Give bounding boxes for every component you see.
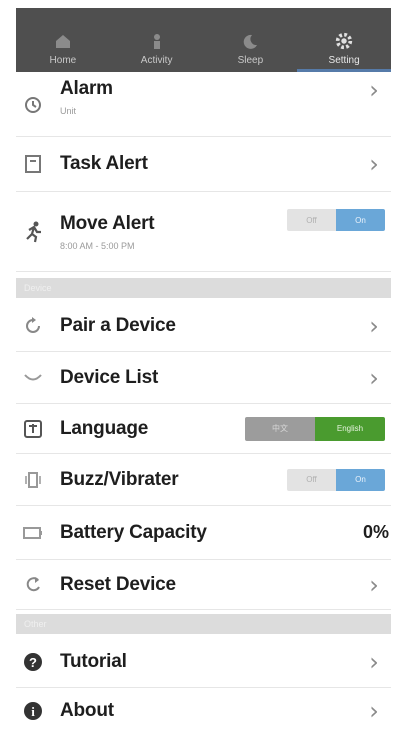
buzz-toggle[interactable]: Off On xyxy=(287,468,385,491)
tab-activity[interactable]: Activity xyxy=(110,8,204,72)
move-alert-label: Move Alert xyxy=(60,212,155,234)
tab-setting-label: Setting xyxy=(328,55,360,66)
pair-device-row[interactable]: Pair a Device › xyxy=(16,300,391,352)
tab-bar: Home Activity Sleep Setting xyxy=(16,8,391,72)
language-switch[interactable]: 中文 English xyxy=(245,416,385,441)
language-label: Language xyxy=(60,417,149,439)
activity-icon xyxy=(147,33,167,49)
section-header-other: Other xyxy=(16,614,391,634)
reset-icon xyxy=(20,572,46,598)
language-row: Language 中文 English xyxy=(16,404,391,454)
buzz-toggle-off[interactable]: Off xyxy=(287,468,336,491)
move-alert-time: 8:00 AM - 5:00 PM xyxy=(60,240,135,251)
tab-activity-label: Activity xyxy=(140,55,173,66)
vibrate-icon xyxy=(20,467,46,493)
chevron-right-icon: › xyxy=(369,311,379,340)
chevron-right-icon: › xyxy=(369,696,379,725)
battery-label: Battery Capacity xyxy=(60,521,207,543)
alarm-label: Alarm xyxy=(60,78,113,99)
move-alert-row: Move Alert 8:00 AM - 5:00 PM Off On xyxy=(16,192,391,272)
move-alert-toggle-off[interactable]: Off xyxy=(287,209,336,231)
chevron-right-icon: › xyxy=(369,363,379,392)
battery-row: Battery Capacity 0% xyxy=(16,506,391,560)
reset-device-row[interactable]: Reset Device › xyxy=(16,560,391,610)
running-icon xyxy=(20,219,46,245)
battery-value: 0% xyxy=(362,522,389,542)
tutorial-row[interactable]: ? Tutorial › xyxy=(16,636,391,688)
band-icon xyxy=(20,365,46,391)
refresh-icon xyxy=(20,313,46,339)
battery-icon xyxy=(20,520,46,546)
buzz-label: Buzz/Vibrater xyxy=(60,468,179,490)
tab-sleep-label: Sleep xyxy=(237,55,264,66)
section-header-device: Device xyxy=(16,278,391,298)
sleep-icon xyxy=(240,33,260,49)
svg-text:i: i xyxy=(31,704,35,719)
language-icon xyxy=(20,416,46,442)
home-icon xyxy=(53,33,73,49)
reset-device-label: Reset Device xyxy=(60,573,176,595)
about-label: About xyxy=(60,699,114,721)
question-icon: ? xyxy=(20,649,46,675)
buzz-row: Buzz/Vibrater Off On xyxy=(16,454,391,506)
tab-setting[interactable]: Setting xyxy=(297,8,391,72)
task-alert-row[interactable]: Task Alert › xyxy=(16,137,391,192)
alarm-row[interactable]: Alarm Unit › xyxy=(16,72,391,137)
language-option-chinese[interactable]: 中文 xyxy=(245,416,315,441)
chevron-right-icon: › xyxy=(369,570,379,599)
alarm-subtext: Unit xyxy=(60,106,77,116)
language-option-english[interactable]: English xyxy=(315,416,385,441)
chevron-right-icon: › xyxy=(369,76,379,104)
task-alert-label: Task Alert xyxy=(60,153,148,174)
move-alert-toggle[interactable]: Off On xyxy=(287,209,385,231)
tutorial-label: Tutorial xyxy=(60,650,127,672)
tab-home[interactable]: Home xyxy=(16,8,110,72)
pair-device-label: Pair a Device xyxy=(60,314,176,336)
device-list-row[interactable]: Device List › xyxy=(16,352,391,404)
buzz-toggle-on[interactable]: On xyxy=(336,468,385,491)
move-alert-toggle-on[interactable]: On xyxy=(336,209,385,231)
gear-icon xyxy=(334,32,354,50)
tab-sleep[interactable]: Sleep xyxy=(204,8,298,72)
chevron-right-icon: › xyxy=(369,150,379,178)
info-icon: i xyxy=(20,698,46,724)
about-row[interactable]: i About › xyxy=(16,688,391,733)
tab-home-label: Home xyxy=(49,55,77,66)
svg-text:?: ? xyxy=(29,655,37,670)
device-list-label: Device List xyxy=(60,366,159,388)
task-icon xyxy=(20,151,46,177)
alarm-clock-icon xyxy=(20,91,46,117)
chevron-right-icon: › xyxy=(369,647,379,676)
